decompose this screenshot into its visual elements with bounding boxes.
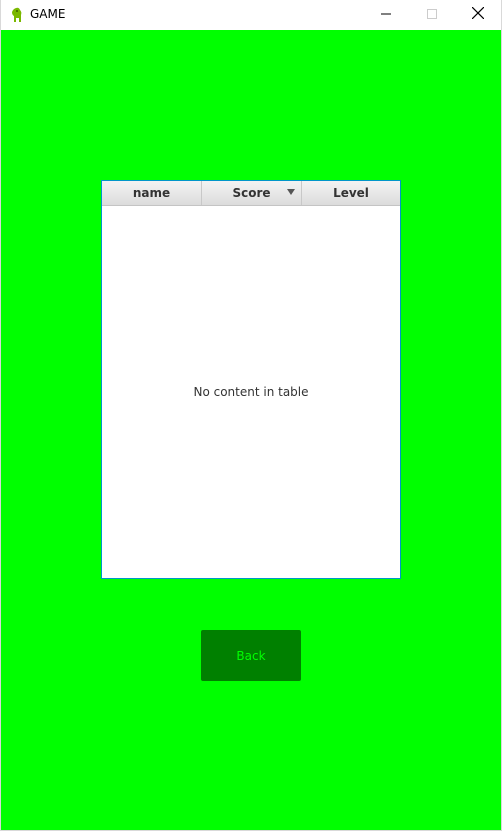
back-button[interactable]: Back <box>201 630 301 681</box>
score-table[interactable]: name Score Level No content in table <box>101 180 401 579</box>
column-header-score[interactable]: Score <box>202 181 302 205</box>
back-button-label: Back <box>236 648 266 663</box>
column-header-label: name <box>132 186 171 200</box>
close-button[interactable] <box>455 0 501 30</box>
maximize-button[interactable] <box>409 0 455 30</box>
column-header-label: Score <box>232 186 271 200</box>
column-header-label: Level <box>333 186 369 200</box>
game-window: GAME name Score Level No content in tabl… <box>0 0 502 831</box>
main-content: name Score Level No content in table Bac… <box>1 30 501 830</box>
sort-descending-icon <box>287 189 295 195</box>
table-header: name Score Level <box>102 181 400 206</box>
minimize-icon <box>381 6 391 24</box>
close-icon <box>471 6 485 24</box>
minimize-button[interactable] <box>363 0 409 30</box>
column-header-name[interactable]: name <box>102 181 202 205</box>
maximize-icon <box>427 6 437 24</box>
window-title: GAME <box>30 7 66 21</box>
table-placeholder: No content in table <box>102 206 400 578</box>
title-bar[interactable]: GAME <box>1 0 501 30</box>
column-header-level[interactable]: Level <box>302 181 400 205</box>
empty-table-message: No content in table <box>193 385 309 399</box>
app-icon <box>10 7 24 23</box>
